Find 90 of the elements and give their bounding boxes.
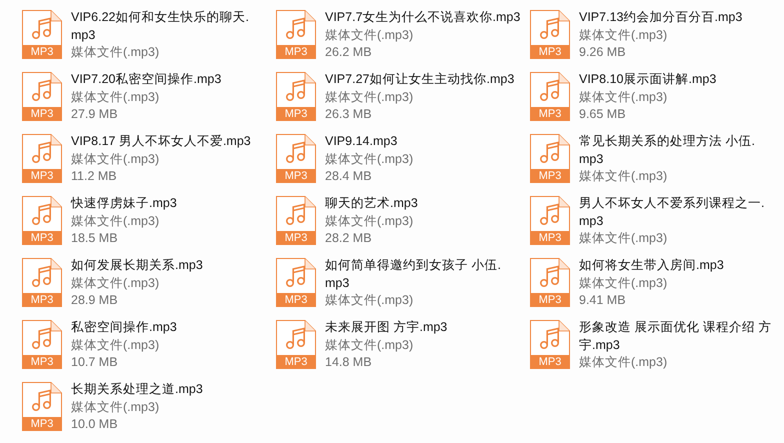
format-label: MP3 — [276, 293, 316, 307]
format-label: MP3 — [530, 231, 570, 245]
music-file-icon — [22, 196, 62, 231]
file-type: 媒体文件(.mp3) — [325, 150, 414, 168]
file-type: 媒体文件(.mp3) — [325, 26, 414, 44]
file-type: 媒体文件(.mp3) — [71, 88, 160, 106]
file-size: 28.9 MB — [71, 292, 119, 309]
file-type: 媒体文件(.mp3) — [325, 212, 414, 230]
music-file-icon — [22, 258, 62, 293]
format-label: MP3 — [22, 169, 62, 183]
format-label: MP3 — [22, 231, 62, 245]
file-name[interactable]: VIP6.22如何和女生快乐的聊天. mp3 — [71, 9, 249, 44]
file-size: 9.41 MB — [579, 292, 627, 309]
music-file-icon — [22, 10, 62, 45]
file-size: 28.2 MB — [325, 230, 373, 247]
music-file-icon — [530, 10, 570, 45]
format-label: MP3 — [530, 45, 570, 59]
file-name[interactable]: VIP7.7女生为什么不说喜欢你.mp3 — [325, 9, 520, 26]
format-label: MP3 — [276, 231, 316, 245]
format-label: MP3 — [530, 107, 570, 121]
music-file-icon — [276, 10, 316, 45]
file-size: 18.5 MB — [71, 230, 119, 247]
format-label: MP3 — [530, 355, 570, 369]
file-name[interactable]: 如何简单得邀约到女孩子 小伍. mp3 — [325, 257, 501, 292]
format-label: MP3 — [530, 293, 570, 307]
file-type: 媒体文件(.mp3) — [579, 230, 668, 247]
file-name[interactable]: VIP9.14.mp3 — [325, 133, 414, 150]
file-name[interactable]: VIP7.13约会加分百分百.mp3 — [579, 9, 742, 26]
file-name[interactable]: VIP7.27如何让女生主动找你.mp3 — [325, 71, 514, 88]
file-type: 媒体文件(.mp3) — [579, 88, 668, 106]
file-type: 媒体文件(.mp3) — [71, 398, 160, 416]
format-label: MP3 — [22, 45, 62, 59]
format-label: MP3 — [276, 45, 316, 59]
music-file-icon — [530, 196, 570, 231]
file-type: 媒体文件(.mp3) — [325, 88, 414, 106]
music-file-icon — [530, 258, 570, 293]
music-file-icon — [276, 258, 316, 293]
file-name[interactable]: 未来展开图 方宇.mp3 — [325, 319, 448, 336]
file-name[interactable]: 聊天的艺术.mp3 — [325, 195, 418, 212]
file-name[interactable]: VIP7.20私密空间操作.mp3 — [71, 71, 222, 88]
format-label: MP3 — [22, 417, 62, 431]
format-label: MP3 — [22, 355, 62, 369]
file-type: 媒体文件(.mp3) — [71, 150, 160, 168]
file-name[interactable]: 如何将女生带入房间.mp3 — [579, 257, 724, 274]
file-type: 媒体文件(.mp3) — [579, 354, 668, 371]
file-type: 媒体文件(.mp3) — [579, 26, 668, 44]
file-size: 10.0 MB — [71, 416, 119, 433]
file-size: 9.26 MB — [579, 44, 627, 61]
file-name[interactable]: 常见长期关系的处理方法 小伍. mp3 — [579, 133, 755, 168]
music-file-icon — [530, 320, 570, 355]
music-file-icon — [276, 72, 316, 107]
file-size: 26.3 MB — [325, 106, 373, 123]
format-label: MP3 — [276, 169, 316, 183]
file-name[interactable]: 形象改造 展示面优化 课程介绍 方 宇.mp3 — [579, 319, 772, 354]
file-size: 14.8 MB — [325, 354, 373, 371]
file-type: 媒体文件(.mp3) — [579, 274, 668, 292]
music-file-icon — [530, 134, 570, 169]
music-file-icon — [276, 196, 316, 231]
file-name[interactable]: VIP8.17 男人不坏女人不爱.mp3 — [71, 133, 251, 150]
file-type: 媒体文件(.mp3) — [325, 336, 414, 354]
format-label: MP3 — [22, 107, 62, 121]
music-file-icon — [276, 320, 316, 355]
file-type: 媒体文件(.mp3) — [71, 274, 160, 292]
file-size: 9.65 MB — [579, 106, 627, 123]
file-size: 27.9 MB — [71, 106, 119, 123]
format-label: MP3 — [276, 355, 316, 369]
file-name[interactable]: 快速俘虏妹子.mp3 — [71, 195, 177, 212]
format-label: MP3 — [530, 169, 570, 183]
file-name[interactable]: 长期关系处理之道.mp3 — [71, 381, 203, 398]
music-file-icon — [22, 72, 62, 107]
file-type: 媒体文件(.mp3) — [71, 212, 160, 230]
file-name[interactable]: VIP8.10展示面讲解.mp3 — [579, 71, 716, 88]
file-type: 媒体文件(.mp3) — [71, 44, 160, 61]
music-file-icon — [276, 134, 316, 169]
file-type: 媒体文件(.mp3) — [325, 292, 414, 309]
music-file-icon — [530, 72, 570, 107]
file-size: 28.4 MB — [325, 168, 373, 185]
music-file-icon — [22, 134, 62, 169]
file-name[interactable]: 如何发展长期关系.mp3 — [71, 257, 203, 274]
format-label: MP3 — [22, 293, 62, 307]
file-name[interactable]: 男人不坏女人不爱系列课程之一. mp3 — [579, 195, 764, 230]
music-file-icon — [22, 382, 62, 417]
file-size: 10.7 MB — [71, 354, 119, 371]
format-label: MP3 — [276, 107, 316, 121]
file-name[interactable]: 私密空间操作.mp3 — [71, 319, 177, 336]
file-type: 媒体文件(.mp3) — [579, 168, 668, 185]
file-size: 11.2 MB — [71, 168, 118, 185]
file-size: 26.2 MB — [325, 44, 373, 61]
file-type: 媒体文件(.mp3) — [71, 336, 160, 354]
music-file-icon — [22, 320, 62, 355]
